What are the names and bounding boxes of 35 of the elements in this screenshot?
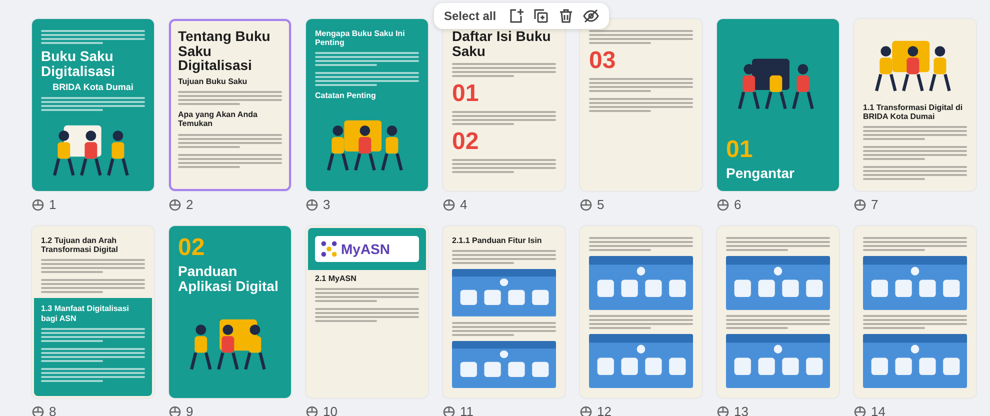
section-heading: 2.1.1 Panduan Fitur Isin <box>452 236 543 246</box>
page-number: 1 <box>49 197 56 212</box>
page-number: 8 <box>49 404 56 416</box>
page-number: 3 <box>323 197 330 212</box>
page-number: 5 <box>597 197 604 212</box>
section-heading: 2.1 MyASN <box>315 274 358 284</box>
page-number: 2 <box>186 197 194 212</box>
page-number: 9 <box>186 404 194 416</box>
section-heading: Mengapa Buku Saku Ini Penting <box>315 29 406 48</box>
page-title: Tentang Buku Saku Digitalisasi <box>178 29 272 74</box>
chapter-number: 02 <box>178 236 206 260</box>
chapter-number: 01 <box>452 82 480 106</box>
section-heading: 1.2 Tujuan dan Arah Transformasi Digital <box>41 236 119 254</box>
page-subtitle: BRIDA Kota Dumai <box>52 82 134 92</box>
page-number: 13 <box>734 404 748 416</box>
section-heading: Catatan Penting <box>315 91 377 101</box>
section-heading: Tujuan Buku Saku <box>178 77 248 86</box>
page-number: 4 <box>460 197 468 212</box>
page-number: 6 <box>734 197 742 212</box>
logo-text: MyASN <box>341 241 390 257</box>
page-number: 11 <box>460 404 474 416</box>
chapter-number: 02 <box>452 130 480 154</box>
page-title: Buku Saku Digitalisasi <box>41 49 116 78</box>
page-number: 12 <box>597 404 612 416</box>
section-heading: Apa yang Akan Anda Temukan <box>178 110 258 129</box>
page-number: 14 <box>871 404 886 416</box>
chapter-number: 03 <box>589 49 617 73</box>
page-title: Daftar Isi Buku Saku <box>452 29 552 58</box>
page-title: Pengantar <box>726 166 796 181</box>
chapter-number: 01 <box>726 138 754 162</box>
section-heading: 1.1 Transformasi Digital di BRIDA Kota Dumai <box>863 102 964 121</box>
page-title: Panduan Aplikasi Digital <box>178 264 280 294</box>
section-heading: 1.3 Manfaat Digitalisasi bagi ASN <box>41 304 130 323</box>
page-number: 10 <box>323 404 338 416</box>
page-number: 7 <box>871 197 878 212</box>
